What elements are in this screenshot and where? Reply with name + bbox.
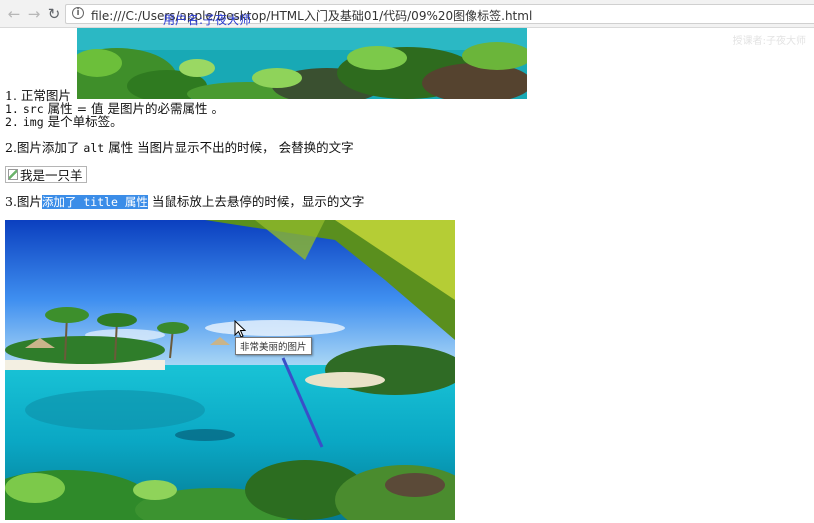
reload-icon[interactable]: ↻: [45, 5, 63, 23]
mouse-cursor-icon: [234, 320, 246, 338]
broken-image-icon: [8, 169, 18, 180]
watermark: 授课者:子夜大师: [732, 36, 806, 47]
note-img-text: 是个单标签。: [47, 114, 123, 129]
normal-image: [77, 28, 527, 99]
url-text[interactable]: file:///C:/Users/apple/Desktop/HTML入门及基础…: [91, 7, 532, 24]
video-overlay-username: 用户名:子夜大师: [163, 13, 252, 27]
note-img: 2. img 是个单标签。: [5, 114, 123, 130]
titled-image[interactable]: [5, 220, 455, 520]
browser-toolbar: ← → ↻ i file:///C:/Users/apple/Desktop/H…: [0, 0, 814, 28]
title-desc-prefix: 3.图片: [5, 194, 42, 209]
annotation-arrow: [281, 357, 324, 448]
broken-image-alt: 我是一只羊: [5, 166, 87, 183]
code-img: img: [22, 115, 44, 129]
alt-desc-prefix: 2.图片添加了: [5, 140, 80, 155]
back-arrow-icon[interactable]: ←: [5, 5, 23, 23]
info-icon[interactable]: i: [72, 7, 84, 19]
forward-arrow-icon[interactable]: →: [25, 5, 43, 23]
title-description: 3.图片添加了 title 属性 当鼠标放上去悬停的时候，显示的文字: [5, 194, 364, 210]
title-desc-suffix: 当鼠标放上去悬停的时候，显示的文字: [151, 194, 365, 209]
code-alt: alt: [83, 141, 105, 155]
alt-description: 2.图片添加了 alt 属性 当图片显示不出的时候， 会替换的文字: [5, 140, 354, 156]
title-tooltip: 非常美丽的图片: [235, 337, 312, 355]
alt-desc-suffix: 属性 当图片显示不出的时候， 会替换的文字: [108, 140, 354, 155]
alt-text: 我是一只羊: [20, 168, 83, 183]
list-number: 2.: [5, 115, 19, 129]
selected-text[interactable]: 添加了 title 属性: [41, 195, 148, 209]
